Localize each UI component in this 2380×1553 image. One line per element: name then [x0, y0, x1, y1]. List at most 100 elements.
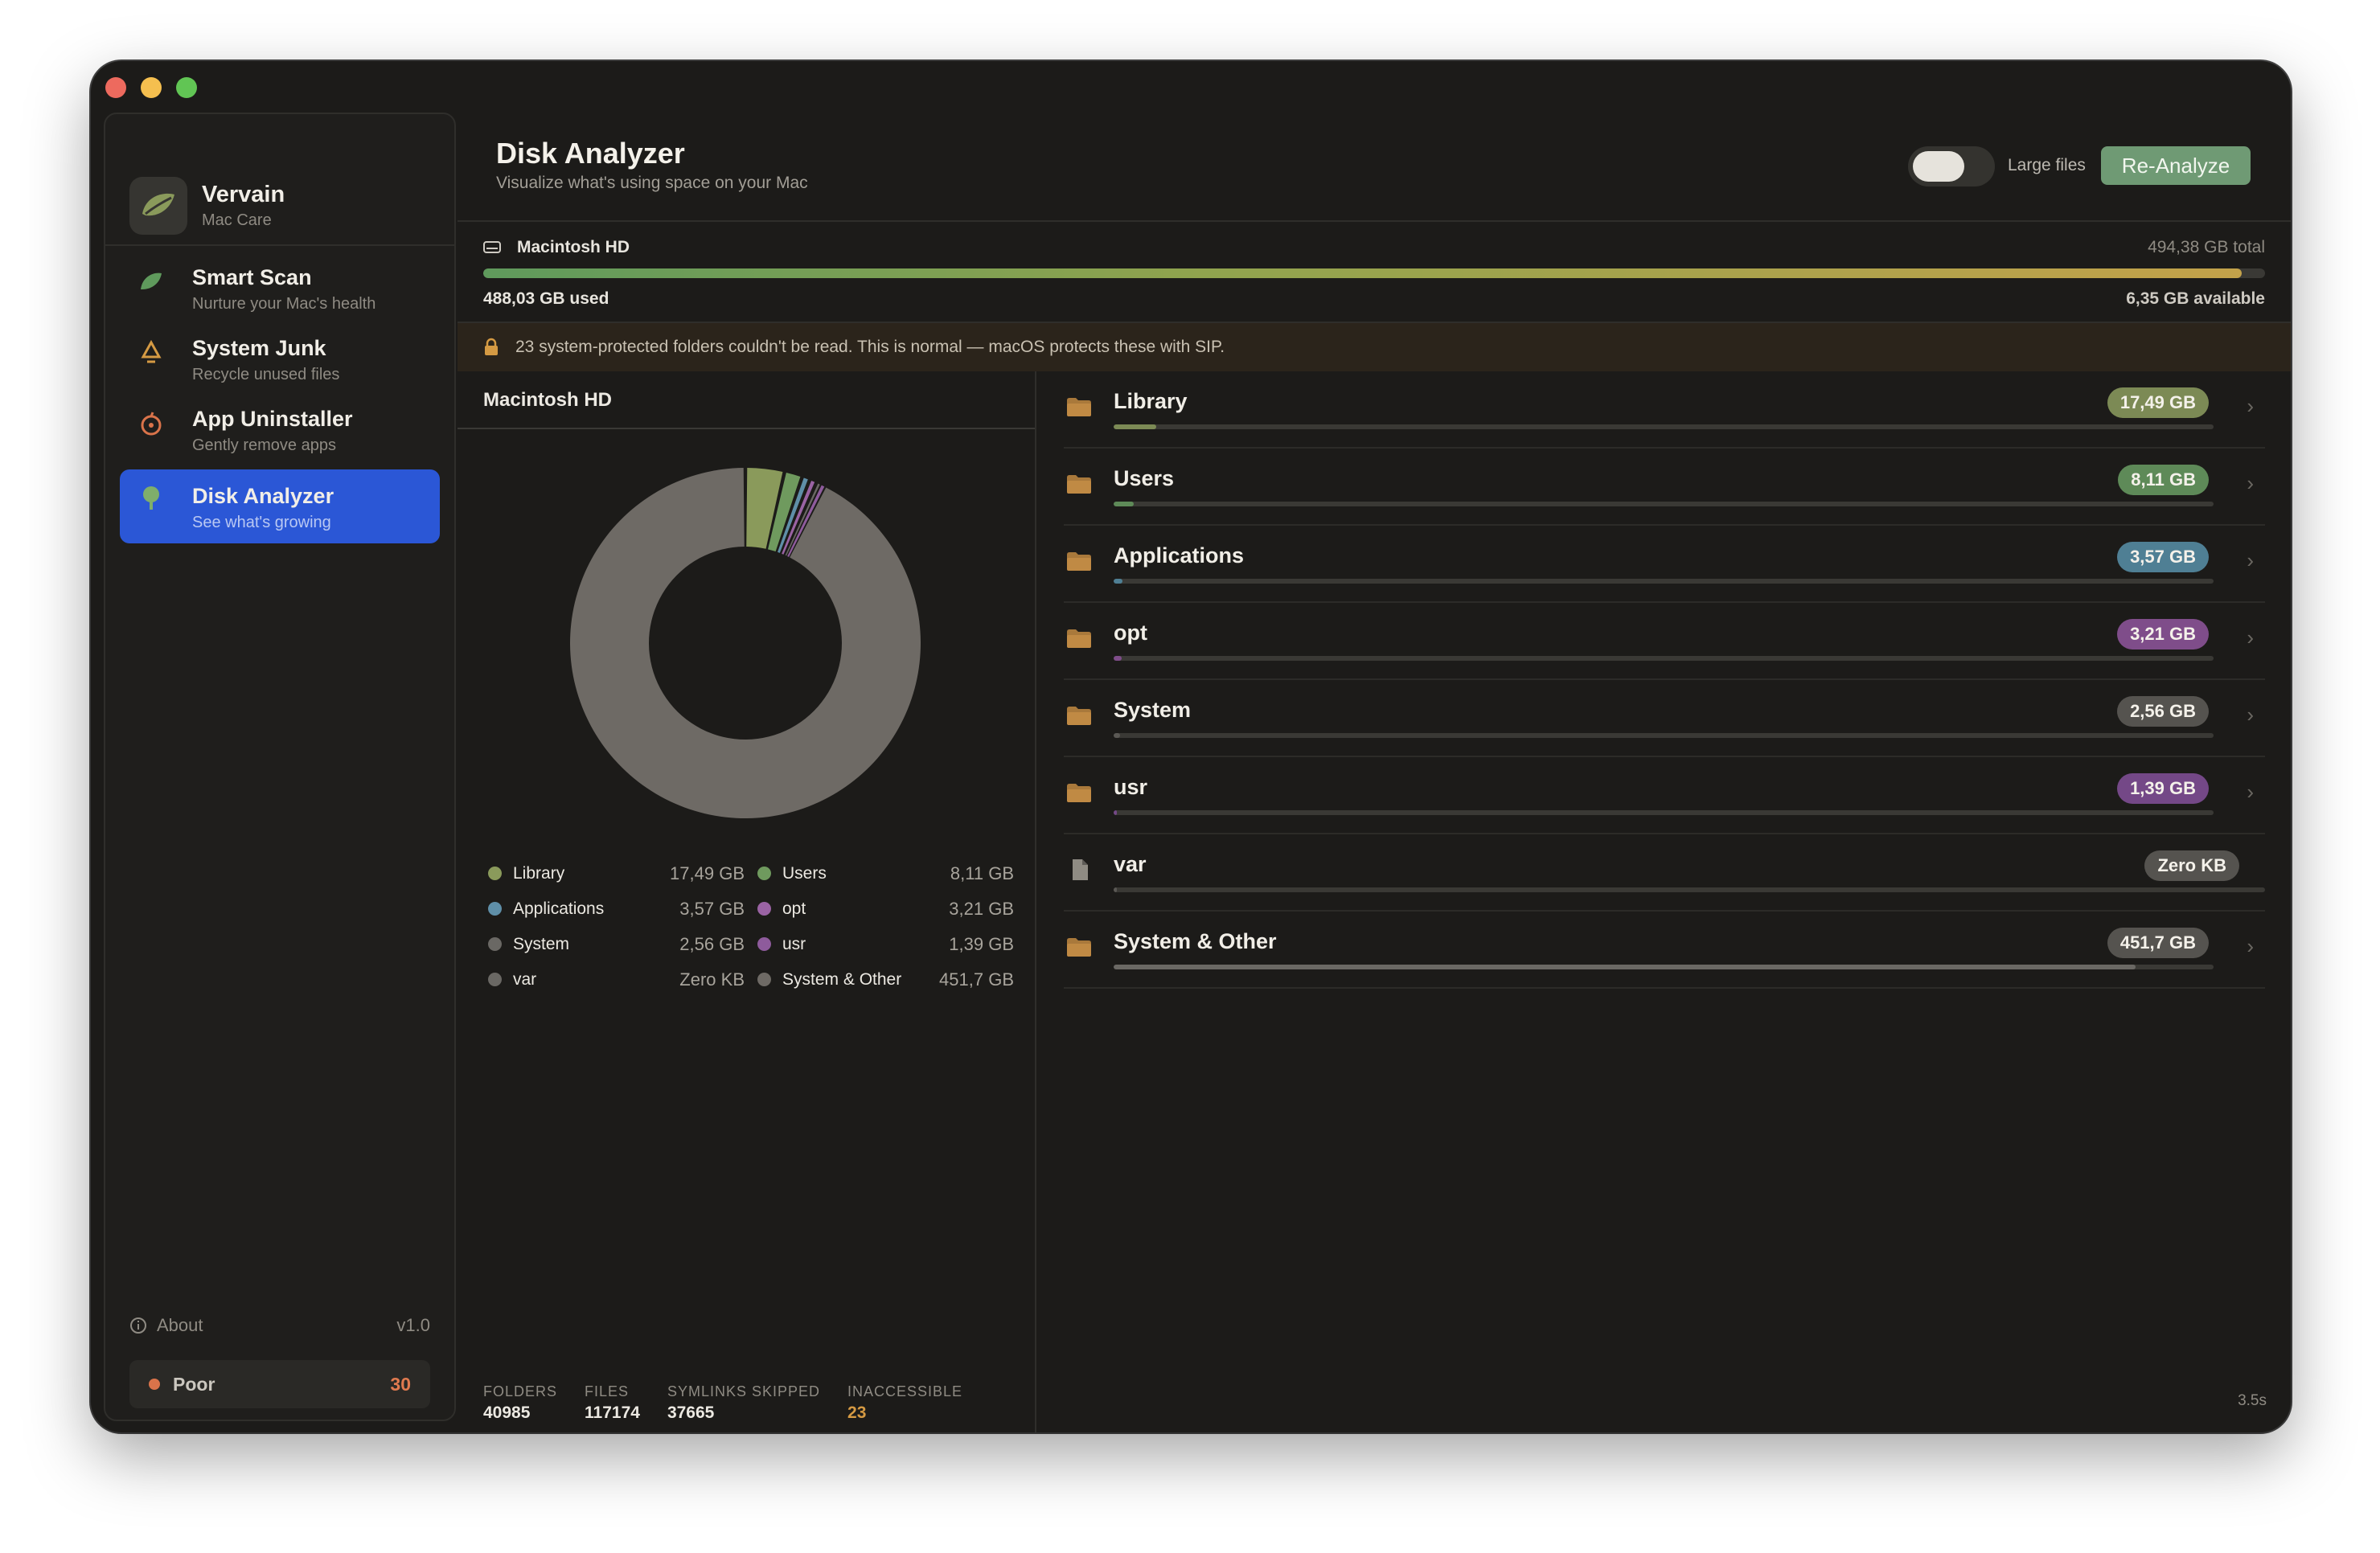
folder-row-applications[interactable]: Applications 3,57 GB ›: [1064, 526, 2265, 603]
folder-size-bar: [1114, 810, 2214, 815]
disk-donut-chart: [570, 468, 921, 818]
folder-size-bar: [1114, 733, 2214, 738]
stat-symlinks: SYMLINKS SKIPPED 37665: [667, 1383, 820, 1423]
chevron-right-icon[interactable]: ›: [2247, 471, 2254, 496]
minimize-window-button[interactable]: [141, 77, 162, 98]
window-controls: [105, 77, 197, 98]
sidebar-nav: Smart Scan Nurture your Mac's health Sys…: [105, 246, 454, 543]
legend-dot: [757, 902, 771, 916]
folder-icon: [1065, 936, 1093, 958]
sidebar: Vervain Mac Care Smart Scan Nurture your…: [104, 113, 456, 1421]
chevron-right-icon[interactable]: ›: [2247, 394, 2254, 419]
legend-value: 1,39 GB: [949, 933, 1014, 954]
legend-item: System 2,56 GB: [488, 934, 745, 954]
disk-available: 6,35 GB available: [2126, 289, 2265, 308]
file-icon: [1065, 858, 1093, 881]
legend-dot: [757, 867, 771, 880]
stat-label: FOLDERS: [483, 1383, 558, 1399]
legend-item: System & Other 451,7 GB: [757, 969, 1014, 990]
legend-label: Applications: [513, 899, 605, 918]
health-label: Poor: [173, 1373, 215, 1395]
chevron-right-icon[interactable]: ›: [2247, 780, 2254, 805]
folder-row-usr[interactable]: usr 1,39 GB ›: [1064, 757, 2265, 834]
sidebar-item-sub: Nurture your Mac's health: [192, 295, 376, 313]
chevron-right-icon[interactable]: ›: [2247, 625, 2254, 650]
legend-item: Library 17,49 GB: [488, 863, 745, 883]
chart-legend: Library 17,49 GB Users 8,11 GB Applications 3…: [488, 863, 1014, 990]
close-window-button[interactable]: [105, 77, 126, 98]
zoom-window-button[interactable]: [176, 77, 197, 98]
status-dot-icon: [149, 1379, 160, 1390]
reanalyze-button[interactable]: Re-Analyze: [2101, 146, 2251, 185]
folder-name: System: [1114, 698, 1192, 722]
sidebar-item-smart-scan[interactable]: Smart Scan Nurture your Mac's health: [120, 254, 440, 325]
folder-name: opt: [1114, 621, 1147, 645]
folder-icon: [1065, 473, 1093, 495]
sidebar-item-sub: See what's growing: [192, 514, 331, 531]
disk-usage-panel: Macintosh HD 494,38 GB total 488,03 GB u…: [458, 220, 2291, 323]
brand: Vervain Mac Care: [105, 114, 454, 246]
folder-row-system[interactable]: System 2,56 GB ›: [1064, 680, 2265, 757]
folder-size-badge: 3,57 GB: [2117, 542, 2209, 572]
disk-usage-fill: [483, 268, 2243, 278]
stat-label: FILES: [585, 1383, 630, 1399]
folder-size-fill: [1114, 502, 1134, 506]
stat-folders: FOLDERS 40985: [483, 1383, 557, 1423]
folder-size-bar: [1114, 887, 2265, 892]
health-score: 30: [390, 1373, 411, 1395]
folder-name: usr: [1114, 775, 1148, 799]
large-files-label: Large files: [2008, 156, 2086, 174]
legend-dot: [488, 902, 502, 916]
folder-size-bar: [1114, 656, 2214, 661]
legend-item: Applications 3,57 GB: [488, 899, 745, 919]
folder-icon: [1065, 550, 1093, 572]
tree-icon: [143, 486, 159, 510]
stat-value: 37665: [667, 1403, 715, 1422]
page-subtitle: Visualize what's using space on your Mac: [496, 174, 808, 192]
folder-row-library[interactable]: Library 17,49 GB ›: [1064, 371, 2265, 449]
elapsed-time: 3.5s: [2238, 1392, 2267, 1409]
main-content: Disk Analyzer Visualize what's using spa…: [458, 61, 2291, 1432]
stat-label: INACCESSIBLE: [847, 1383, 963, 1399]
page-title: Disk Analyzer: [496, 137, 685, 170]
legend-item: var Zero KB: [488, 969, 745, 990]
legend-item: Users 8,11 GB: [757, 863, 1014, 883]
legend-value: 8,11 GB: [950, 863, 1014, 883]
health-status[interactable]: Poor 30: [129, 1360, 430, 1408]
sidebar-item-system-junk[interactable]: System Junk Recycle unused files: [120, 325, 440, 395]
large-files-toggle[interactable]: [1908, 146, 1995, 186]
legend-value: 2,56 GB: [679, 933, 745, 954]
folder-row-users[interactable]: Users 8,11 GB ›: [1064, 449, 2265, 526]
version-label: v1.0: [396, 1315, 430, 1335]
legend-label: System & Other: [782, 969, 902, 989]
app-window: Vervain Mac Care Smart Scan Nurture your…: [91, 61, 2291, 1432]
stat-value: 23: [847, 1403, 867, 1422]
folder-icon: [1065, 395, 1093, 418]
sip-warning-banner: 23 system-protected folders couldn't be …: [458, 323, 2291, 371]
hard-drive-icon: [483, 241, 501, 253]
legend-value: Zero KB: [679, 969, 745, 990]
about-link[interactable]: About v1.0: [129, 1315, 430, 1336]
folder-icon: [1065, 704, 1093, 727]
legend-dot: [488, 867, 502, 880]
stat-value: 117174: [585, 1403, 640, 1422]
warning-text: 23 system-protected folders couldn't be …: [515, 338, 1225, 356]
sidebar-item-app-uninstaller[interactable]: App Uninstaller Gently remove apps: [120, 395, 440, 466]
brand-title: Vervain: [202, 182, 285, 207]
folder-icon: [1065, 781, 1093, 804]
brand-subtitle: Mac Care: [202, 211, 272, 229]
stat-label: SYMLINKS SKIPPED: [667, 1383, 821, 1399]
chevron-right-icon[interactable]: ›: [2247, 934, 2254, 959]
info-icon: [130, 1317, 146, 1334]
folder-row-opt[interactable]: opt 3,21 GB ›: [1064, 603, 2265, 680]
legend-label: System: [513, 934, 570, 953]
sidebar-item-sub: Recycle unused files: [192, 366, 340, 383]
chevron-right-icon[interactable]: ›: [2247, 703, 2254, 727]
folder-name: System & Other: [1114, 929, 1277, 953]
folder-name: Library: [1114, 389, 1188, 413]
sidebar-item-disk-analyzer[interactable]: Disk Analyzer See what's growing: [120, 469, 440, 543]
chevron-right-icon[interactable]: ›: [2247, 548, 2254, 573]
donut-slice-system-other[interactable]: [570, 468, 921, 818]
folder-row-var[interactable]: var Zero KB: [1064, 834, 2265, 912]
folder-row-system-other[interactable]: System & Other 451,7 GB ›: [1064, 912, 2265, 989]
